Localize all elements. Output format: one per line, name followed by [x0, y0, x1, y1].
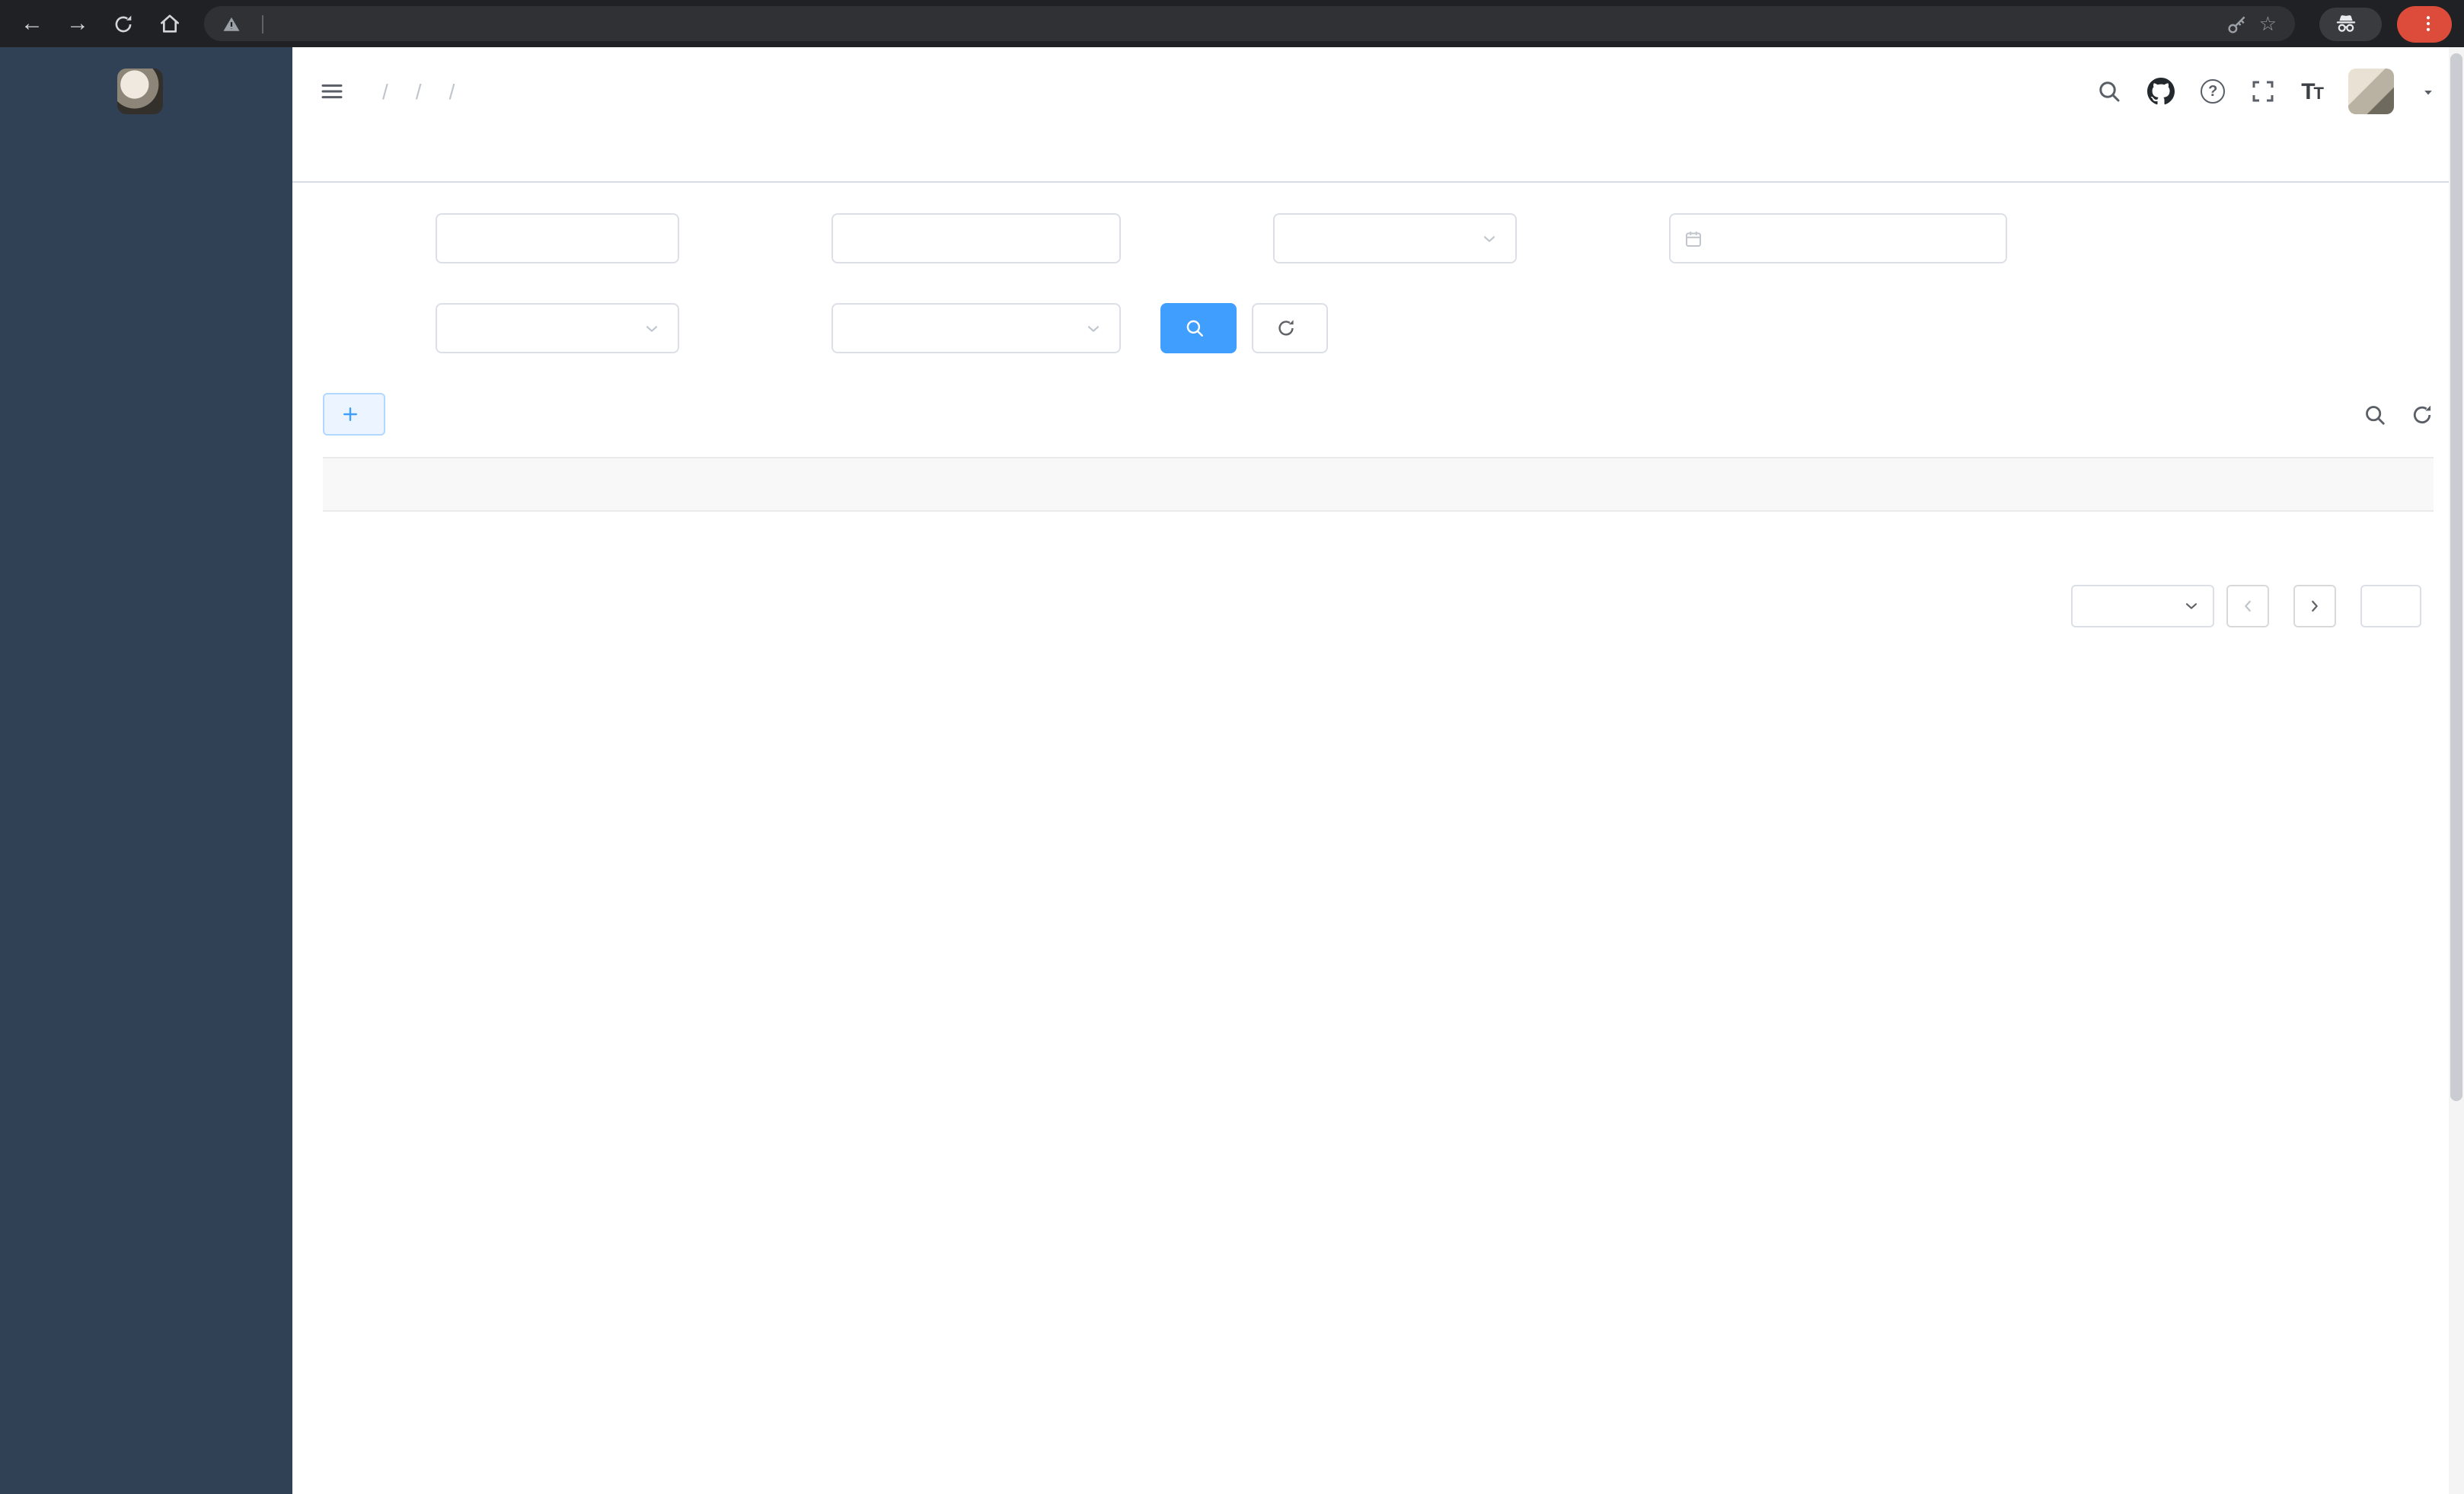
browser-chrome	[0, 0, 2464, 47]
col-category	[988, 458, 1157, 511]
toolbar-refresh-icon[interactable]	[2411, 403, 2434, 426]
process-table	[323, 457, 2434, 512]
chevron-down-icon	[1084, 319, 1103, 337]
browser-update-button[interactable]	[2397, 5, 2452, 42]
page-header: / / /	[292, 47, 2464, 136]
app-logo[interactable]	[0, 47, 292, 136]
header-actions	[2097, 69, 2437, 114]
breadcrumb: / / /	[369, 79, 468, 104]
browser-forward-icon[interactable]	[58, 5, 97, 42]
page-size-select[interactable]	[2071, 585, 2214, 627]
col-status	[1357, 458, 1526, 511]
col-result	[1526, 458, 1706, 511]
browser-reload-icon[interactable]	[104, 5, 143, 42]
fullscreen-icon[interactable]	[2251, 79, 2275, 104]
browser-home-icon[interactable]	[149, 5, 189, 42]
screenshot-root: / / /	[0, 0, 2464, 1494]
sidebar-toggle-icon[interactable]	[320, 79, 344, 104]
reset-button[interactable]	[1252, 303, 1328, 353]
filter-form	[323, 213, 2434, 353]
table-header-row	[323, 458, 2434, 511]
main-area: / / /	[292, 47, 2464, 1494]
sidebar	[0, 47, 292, 1494]
logo-image	[116, 69, 162, 114]
process-def-input[interactable]	[831, 213, 1121, 263]
category-select[interactable]	[1273, 213, 1517, 263]
page-scrollbar[interactable]	[2449, 47, 2464, 1494]
toolbar-search-icon[interactable]	[2363, 403, 2386, 426]
browser-menu-icon[interactable]	[2418, 14, 2438, 34]
github-icon[interactable]	[2147, 78, 2175, 105]
content	[292, 183, 2464, 1494]
incognito-badge	[2319, 7, 2382, 40]
chevron-down-icon	[2182, 597, 2201, 615]
search-button[interactable]	[1160, 303, 1237, 353]
status-select[interactable]	[436, 303, 679, 353]
col-id	[323, 458, 809, 511]
process-name-input[interactable]	[436, 213, 679, 263]
question-icon[interactable]	[2201, 79, 2225, 104]
col-actions	[2243, 458, 2434, 511]
prev-page-button[interactable]	[2226, 585, 2269, 627]
user-avatar[interactable]	[2348, 69, 2394, 114]
address-bar[interactable]	[204, 6, 2295, 41]
col-end-time	[1969, 458, 2243, 511]
font-size-icon[interactable]	[2301, 78, 2322, 104]
col-current-task	[1157, 458, 1357, 511]
goto-page-input[interactable]	[2360, 585, 2421, 627]
not-secure-warning-icon	[222, 14, 241, 33]
scrollbar-thumb[interactable]	[2450, 53, 2462, 1101]
bookmark-star-icon[interactable]	[2259, 11, 2277, 36]
create-process-button[interactable]	[323, 393, 385, 436]
incognito-icon	[2335, 12, 2357, 35]
next-page-button[interactable]	[2293, 585, 2336, 627]
browser-back-icon[interactable]	[12, 5, 52, 42]
col-submit-time	[1706, 458, 1970, 511]
caret-down-icon[interactable]	[2420, 83, 2437, 100]
password-key-icon[interactable]	[2227, 13, 2249, 34]
table-toolbar	[323, 393, 2434, 436]
col-name	[809, 458, 988, 511]
result-select[interactable]	[831, 303, 1121, 353]
chevron-down-icon	[643, 319, 661, 337]
omnibox-divider	[262, 14, 263, 33]
plus-icon	[341, 405, 359, 423]
search-icon[interactable]	[2097, 79, 2121, 104]
calendar-icon	[1684, 229, 1703, 247]
chevron-down-icon	[1480, 229, 1499, 247]
tabs-bar	[292, 136, 2464, 183]
pagination	[323, 585, 2434, 627]
submit-time-range[interactable]	[1669, 213, 2007, 263]
